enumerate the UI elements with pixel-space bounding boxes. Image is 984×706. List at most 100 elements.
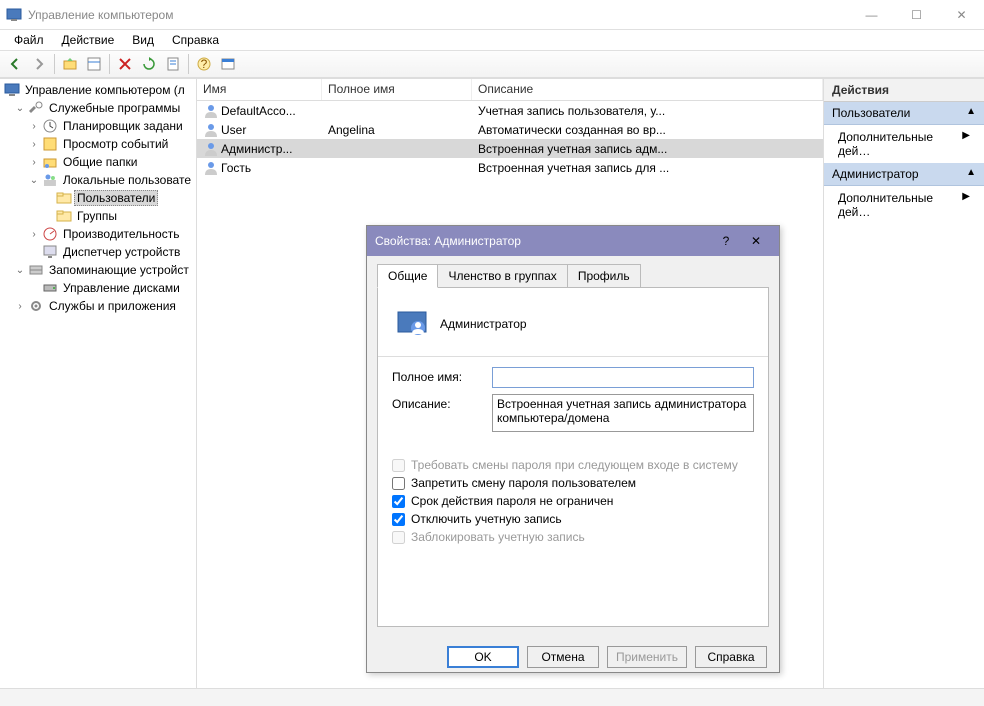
tree-pane[interactable]: Управление компьютером (л ⌄ Служебные пр… (0, 79, 197, 688)
tree-groups[interactable]: Группы (0, 207, 196, 225)
expand-icon[interactable]: › (14, 301, 26, 312)
toolbar-separator (188, 54, 189, 74)
folder-icon (56, 208, 72, 224)
tree-shared-folders[interactable]: › Общие папки (0, 153, 196, 171)
check-lockout: Заблокировать учетную запись (392, 530, 754, 544)
tree-disk-management[interactable]: Управление дисками (0, 279, 196, 297)
apply-button[interactable]: Применить (607, 646, 687, 668)
menu-view[interactable]: Вид (124, 31, 162, 49)
list-row[interactable]: Администр... Встроенная учетная запись а… (197, 139, 823, 158)
tree-performance[interactable]: › Производительность (0, 225, 196, 243)
dialog-help-button[interactable]: ? (711, 234, 741, 248)
list-row[interactable]: User Angelina Автоматически созданная во… (197, 120, 823, 139)
toolbar-delete-button[interactable] (114, 53, 136, 75)
tree-users[interactable]: Пользователи (0, 189, 196, 207)
description-input[interactable] (492, 394, 754, 432)
clock-icon (42, 118, 58, 134)
computer-icon (4, 82, 20, 98)
check-no-change[interactable]: Запретить смену пароля пользователем (392, 476, 754, 490)
toolbar-forward-button[interactable] (28, 53, 50, 75)
ok-button[interactable]: OK (447, 646, 519, 668)
dialog-titlebar[interactable]: Свойства: Администратор ? ✕ (367, 226, 779, 256)
user-icon (203, 122, 219, 138)
actions-title: Действия (824, 79, 984, 102)
collapse-icon: ▲ (966, 106, 976, 120)
actions-pane: Действия Пользователи▲ Дополнительные де… (824, 79, 984, 688)
toolbar-help-button[interactable]: ? (193, 53, 215, 75)
event-icon (42, 136, 58, 152)
collapse-icon[interactable]: ⌄ (14, 265, 26, 276)
expand-icon[interactable]: › (28, 229, 40, 240)
check-disable-account[interactable]: Отключить учетную запись (392, 512, 754, 526)
tab-profile[interactable]: Профиль (567, 264, 641, 288)
tree-storage[interactable]: ⌄ Запоминающие устройст (0, 261, 196, 279)
check-require-change: Требовать смены пароля при следующем вхо… (392, 458, 754, 472)
tab-membership[interactable]: Членство в группах (437, 264, 567, 288)
tree-root[interactable]: Управление компьютером (л (0, 81, 196, 99)
services-icon (28, 298, 44, 314)
window-maximize-button[interactable]: ☐ (894, 0, 939, 30)
collapse-icon[interactable]: ⌄ (14, 103, 26, 114)
actions-group-admin[interactable]: Администратор▲ (824, 163, 984, 186)
dialog-user-name: Администратор (440, 317, 527, 331)
column-description[interactable]: Описание (472, 79, 823, 100)
toolbar-back-button[interactable] (4, 53, 26, 75)
full-name-input[interactable] (492, 367, 754, 388)
user-icon (203, 141, 219, 157)
check-never-expires[interactable]: Срок действия пароля не ограничен (392, 494, 754, 508)
user-list[interactable]: DefaultAcco... Учетная запись пользовате… (197, 101, 823, 177)
window-close-button[interactable]: ✕ (939, 0, 984, 30)
device-icon (42, 244, 58, 260)
column-fullname[interactable]: Полное имя (322, 79, 472, 100)
toolbar-view-button[interactable] (217, 53, 239, 75)
tree-local-users[interactable]: ⌄ Локальные пользовате (0, 171, 196, 189)
window-title: Управление компьютером (28, 8, 849, 22)
disk-icon (42, 280, 58, 296)
svg-text:?: ? (201, 57, 208, 71)
status-bar (0, 688, 984, 706)
menubar: Файл Действие Вид Справка (0, 30, 984, 50)
list-row[interactable]: DefaultAcco... Учетная запись пользовате… (197, 101, 823, 120)
toolbar-up-button[interactable] (59, 53, 81, 75)
collapse-icon[interactable]: ⌄ (28, 175, 40, 186)
help-button[interactable]: Справка (695, 646, 767, 668)
window-titlebar: Управление компьютером — ☐ ✕ (0, 0, 984, 30)
actions-more-users[interactable]: Дополнительные дей…▶ (824, 125, 984, 163)
tree-device-manager[interactable]: Диспетчер устройств (0, 243, 196, 261)
actions-more-admin[interactable]: Дополнительные дей…▶ (824, 186, 984, 224)
dialog-close-button[interactable]: ✕ (741, 234, 771, 248)
expand-icon[interactable]: › (28, 121, 40, 132)
dialog-buttons: OK Отмена Применить Справка (367, 638, 779, 676)
properties-dialog: Свойства: Администратор ? ✕ Общие Членст… (366, 225, 780, 673)
menu-action[interactable]: Действие (54, 31, 123, 49)
tree-services-apps[interactable]: › Службы и приложения (0, 297, 196, 315)
app-icon (6, 7, 22, 23)
list-row[interactable]: Гость Встроенная учетная запись для ... (197, 158, 823, 177)
window-minimize-button[interactable]: — (849, 0, 894, 30)
tree-task-scheduler[interactable]: › Планировщик задани (0, 117, 196, 135)
list-header: Имя Полное имя Описание (197, 79, 823, 101)
toolbar-separator (54, 54, 55, 74)
column-name[interactable]: Имя (197, 79, 322, 100)
tab-general[interactable]: Общие (377, 264, 438, 288)
toolbar: ? (0, 50, 984, 78)
dialog-tabs: Общие Членство в группах Профиль (367, 256, 779, 288)
menu-file[interactable]: Файл (6, 31, 52, 49)
expand-icon[interactable]: › (28, 139, 40, 150)
toolbar-properties-button[interactable] (83, 53, 105, 75)
storage-icon (28, 262, 44, 278)
menu-help[interactable]: Справка (164, 31, 227, 49)
tree-services-programs[interactable]: ⌄ Служебные программы (0, 99, 196, 117)
actions-group-users[interactable]: Пользователи▲ (824, 102, 984, 125)
full-name-label: Полное имя: (392, 367, 492, 384)
tools-icon (28, 100, 44, 116)
dialog-title: Свойства: Администратор (375, 234, 711, 248)
cancel-button[interactable]: Отмена (527, 646, 599, 668)
toolbar-export-button[interactable] (162, 53, 184, 75)
expand-icon[interactable]: › (28, 157, 40, 168)
performance-icon (42, 226, 58, 242)
tree-event-viewer[interactable]: › Просмотр событий (0, 135, 196, 153)
submenu-icon: ▶ (962, 130, 970, 158)
folder-icon (56, 190, 72, 206)
toolbar-refresh-button[interactable] (138, 53, 160, 75)
